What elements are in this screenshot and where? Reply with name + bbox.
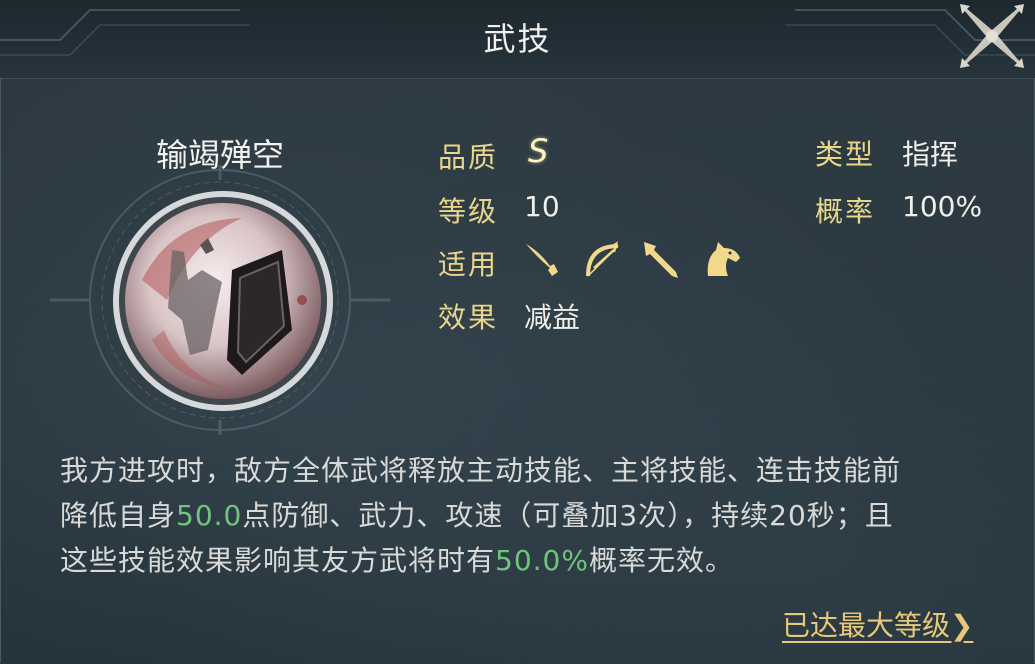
type-label: 类型: [815, 138, 876, 171]
defense-reduction-value: 50.0: [176, 499, 243, 532]
description-line: 这些技能效果影响其友方武将时有50.0%概率无效。: [60, 538, 990, 583]
effect-value: 减益: [524, 301, 581, 334]
saber-icon: [526, 244, 558, 276]
max-level-label: 已达最大等级: [782, 609, 951, 642]
description-line: 我方进攻时，敌方全体武将释放主动技能、主将技能、连击技能前: [60, 448, 990, 493]
skill-description: 我方进攻时，敌方全体武将释放主动技能、主将技能、连击技能前 降低自身50.0点防…: [60, 448, 990, 583]
max-level-link[interactable]: 已达最大等级❯: [782, 604, 973, 644]
effect-label: 效果: [438, 301, 499, 334]
skill-name: 输竭殚空: [155, 136, 284, 174]
close-button[interactable]: [956, 0, 1028, 72]
invalid-chance-value: 50.0%: [495, 544, 589, 577]
description-text: 概率无效。: [588, 544, 734, 577]
skill-icon-button[interactable]: [112, 190, 334, 412]
type-value: 指挥: [902, 138, 959, 171]
skill-shield-warrior-icon: [113, 191, 333, 411]
skill-detail-panel: 武技 输竭殚空 品质 S 等级 10 适用 效果 减益 类型 指挥 概率 100…: [0, 0, 1035, 664]
description-line: 降低自身50.0点防御、武力、攻速（可叠加3次），持续20秒；且: [60, 493, 990, 538]
header-bar: 武技: [0, 0, 1035, 79]
close-icon: [960, 4, 1024, 68]
window-title: 武技: [483, 20, 552, 58]
chevron-right-icon: ❯: [950, 609, 974, 642]
level-value: 10: [524, 190, 560, 223]
description-text: 降低自身: [60, 499, 177, 532]
applicable-label: 适用: [438, 248, 499, 281]
bow-icon: [586, 241, 619, 277]
description-text: 点防御、武力、攻速（可叠加3次），持续20秒；且: [242, 499, 894, 532]
quality-value: S: [528, 132, 549, 170]
horse-icon: [707, 242, 740, 276]
level-label: 等级: [438, 195, 499, 228]
spear-icon: [644, 242, 678, 278]
quality-label: 品质: [438, 141, 499, 174]
description-text: 我方进攻时，敌方全体武将释放主动技能、主将技能、连击技能前: [60, 454, 902, 487]
chance-value: 100%: [902, 190, 983, 223]
chance-label: 概率: [815, 195, 876, 228]
description-text: 这些技能效果影响其友方武将时有: [60, 544, 496, 577]
